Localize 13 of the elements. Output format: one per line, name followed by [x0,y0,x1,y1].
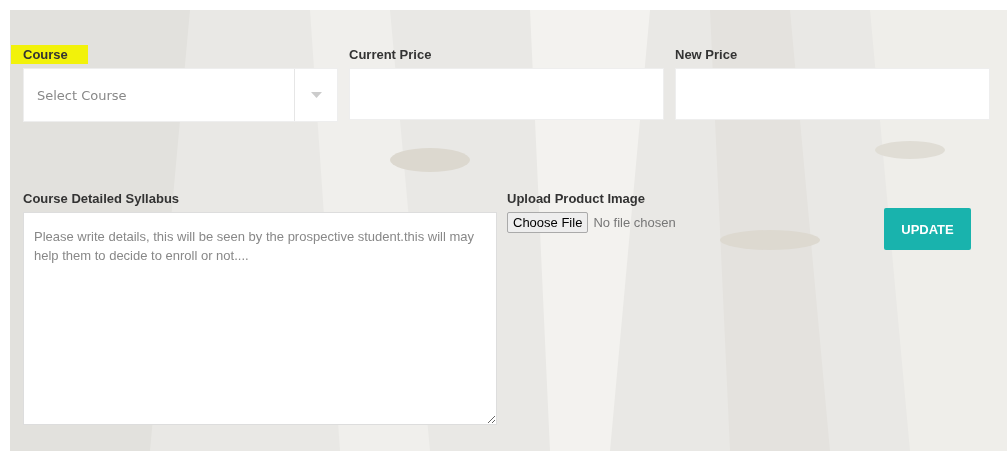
field-label: Upload Product Image [507,190,645,208]
field-label: Current Price [349,46,432,64]
field-label: Course Detailed Syllabus [23,190,180,208]
caret-icon [310,92,322,98]
course-select[interactable]: Select Course [23,68,338,122]
field-label: Course [11,45,88,64]
price-field[interactable] [349,68,664,120]
field-label: New Price [675,46,738,64]
update-button[interactable]: UPDATE [884,208,971,250]
syllabus-field[interactable]: Please write details, this will be seen by the prospective student.this will may help them to decide to enroll or not.... [23,212,497,425]
file-status: No file chosen [593,215,676,230]
price-field[interactable] [675,68,990,120]
choose-file-button[interactable]: Choose File [507,212,589,233]
